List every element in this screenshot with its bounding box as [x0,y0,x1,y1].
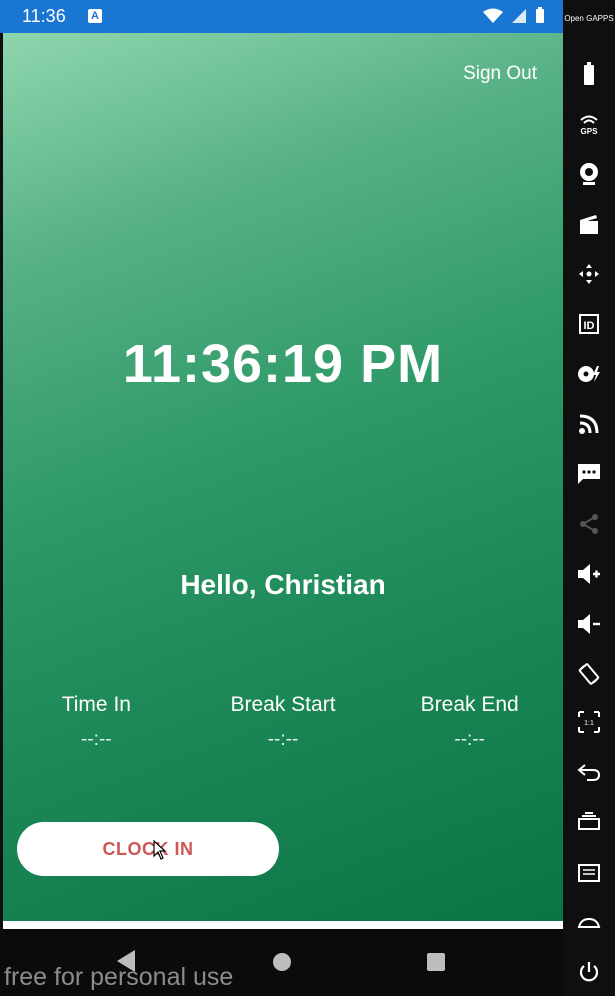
nav-home-icon[interactable] [273,953,291,971]
gps-icon[interactable]: GPS [575,110,603,138]
emulator-sidebar: Open GAPPS GPS ID 1:1 [563,0,615,996]
clapperboard-icon[interactable] [575,210,603,238]
time-stats: Time In --:-- Break Start --:-- Break En… [3,693,563,751]
status-bar: 11:36 A [0,0,563,33]
stat-label: Break End [420,693,519,716]
phone-screen: 11:36 A Sign Out 11:36:19 PM Hello, Chri… [0,0,563,996]
volume-up-icon[interactable] [575,560,603,588]
share-icon[interactable] [575,510,603,538]
stat-value: --:-- [454,729,485,750]
battery-icon[interactable] [575,60,603,88]
bottom-divider [3,921,563,929]
clock-in-button[interactable]: CLOCK IN [17,822,279,876]
app-screen: Sign Out 11:36:19 PM Hello, Christian Ti… [3,33,563,921]
back-icon[interactable] [575,758,603,786]
sign-out-link[interactable]: Sign Out [463,63,537,85]
sms-icon[interactable] [575,460,603,488]
stat-label: Time In [61,693,131,716]
open-gapps-label[interactable]: Open GAPPS [563,14,615,23]
volume-down-icon[interactable] [575,610,603,638]
home-icon[interactable] [575,908,603,936]
notification-a-icon: A [88,9,102,23]
move-icon[interactable] [575,260,603,288]
battery-status-icon [536,7,544,23]
wifi-icon [483,8,503,23]
menu-icon[interactable] [575,858,603,886]
stat-label: Break Start [230,693,336,716]
stat-time-in: Time In --:-- [3,693,190,751]
rss-icon[interactable] [575,410,603,438]
stat-break-end: Break End --:-- [376,693,563,751]
nav-recent-icon[interactable] [427,953,445,971]
stat-value: --:-- [267,729,299,750]
greeting-text: Hello, Christian [180,569,386,600]
scale-icon[interactable]: 1:1 [575,708,603,736]
status-time: 11:36 [22,6,66,26]
id-icon[interactable]: ID [575,310,603,338]
mouse-cursor-icon [153,840,167,860]
clock-display: 11:36:19 PM [122,334,444,394]
stat-break-start: Break Start --:-- [190,693,377,751]
recent-apps-icon[interactable] [575,808,603,836]
svg-text:ID: ID [584,320,595,332]
signal-icon [512,8,526,23]
power-icon[interactable] [575,958,603,986]
watermark-text: free for personal use [4,963,234,991]
svg-text:GPS: GPS [581,127,599,135]
stat-value: --:-- [81,729,112,750]
disk-flash-icon[interactable] [575,360,603,388]
scale-label: 1:1 [584,720,594,727]
webcam-icon[interactable] [575,160,603,188]
status-icons [483,7,545,24]
rotate-icon[interactable] [575,660,603,688]
